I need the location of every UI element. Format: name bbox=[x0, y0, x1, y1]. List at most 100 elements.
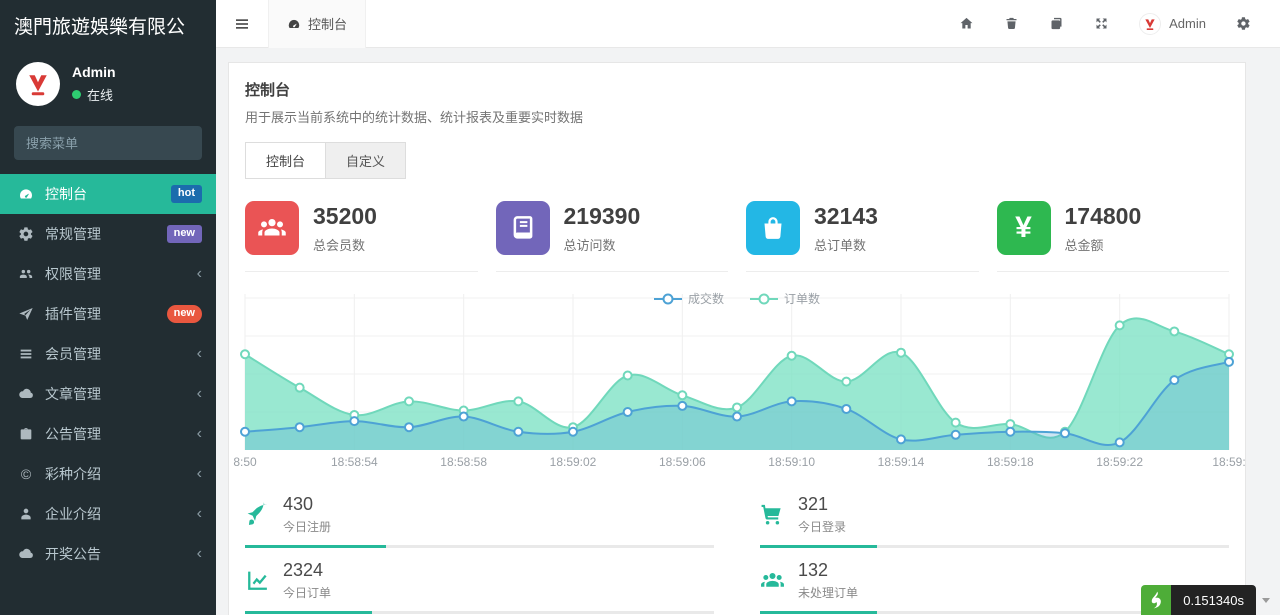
svg-text:18:59:: 18:59: bbox=[1212, 455, 1245, 469]
copy-button[interactable] bbox=[1034, 16, 1079, 31]
stat-cards: 35200总会员数219390总访问数32143总订单数¥174800总金额 bbox=[245, 201, 1229, 272]
tab-dashboard-label: 控制台 bbox=[308, 14, 347, 33]
chevron-left-icon: ‹ bbox=[197, 427, 202, 441]
legend-label: 成交数 bbox=[688, 290, 724, 307]
quick-stat-icon-box bbox=[245, 568, 270, 593]
sidebar-item[interactable]: 公告管理‹ bbox=[0, 414, 216, 454]
cogs-icon bbox=[18, 226, 34, 242]
page-time-badge[interactable]: 0.151340s bbox=[1171, 585, 1256, 615]
expand-icon bbox=[1094, 16, 1109, 31]
sidebar-item[interactable]: 常规管理new bbox=[0, 214, 216, 254]
sidebar-item-label: 开奖公告 bbox=[45, 544, 197, 564]
svg-text:18:58:58: 18:58:58 bbox=[440, 455, 487, 469]
chevron-left-icon: ‹ bbox=[197, 387, 202, 401]
stat-card-label: 总金额 bbox=[1065, 235, 1142, 254]
thinkphp-logo-icon[interactable] bbox=[1141, 585, 1171, 615]
online-dot bbox=[72, 90, 81, 99]
chevron-down-icon[interactable] bbox=[1262, 598, 1270, 603]
table-icon bbox=[18, 346, 34, 362]
quick-stat-progressbar bbox=[245, 545, 714, 548]
navbar-user-menu[interactable]: Admin bbox=[1124, 13, 1221, 35]
svg-text:8:50: 8:50 bbox=[233, 455, 257, 469]
menu-badge: new bbox=[167, 225, 202, 242]
navbar-actions: Admin bbox=[944, 13, 1280, 35]
panel-tab[interactable]: 自定义 bbox=[325, 142, 406, 179]
stat-card-label: 总会员数 bbox=[313, 235, 377, 254]
chart-legend: 成交数 订单数 bbox=[245, 290, 1229, 307]
trash-button[interactable] bbox=[989, 16, 1034, 31]
chevron-left-icon: ‹ bbox=[197, 467, 202, 481]
sidebar-item[interactable]: 开奖公告‹ bbox=[0, 534, 216, 574]
cloud-icon bbox=[18, 386, 34, 402]
sidebar-item[interactable]: 控制台hot bbox=[0, 174, 216, 214]
sidebar-item-label: 会员管理 bbox=[45, 344, 197, 364]
page-subtitle: 用于展示当前系统中的统计数据、统计报表及重要实时数据 bbox=[245, 107, 1229, 126]
person-icon bbox=[18, 506, 34, 522]
quick-stat-icon-box bbox=[760, 502, 785, 527]
chevron-left-icon: ‹ bbox=[197, 347, 202, 361]
sidebar: 澳門旅遊娛樂有限公 Admin 在线 控制台hot常规管理new权限管理‹插件管… bbox=[0, 0, 216, 615]
sidebar-item[interactable]: 插件管理new bbox=[0, 294, 216, 334]
menu-badge: new bbox=[167, 305, 202, 322]
sidebar-item[interactable]: 权限管理‹ bbox=[0, 254, 216, 294]
stat-card-icon-box: ¥ bbox=[997, 201, 1051, 255]
quick-stat-icon-box bbox=[245, 502, 270, 527]
settings-button[interactable] bbox=[1221, 16, 1266, 31]
chevron-left-icon: ‹ bbox=[197, 267, 202, 281]
briefcase-icon bbox=[18, 426, 34, 442]
sidebar-item-label: 权限管理 bbox=[45, 264, 197, 284]
chevron-left-icon: ‹ bbox=[197, 547, 202, 561]
quick-stat-value: 321 bbox=[798, 494, 846, 515]
traffic-chart: 成交数 订单数 8:5018:58:5418:58:5818:59:0218:59… bbox=[245, 288, 1229, 480]
stat-card-value: 219390 bbox=[564, 203, 641, 230]
search-input[interactable] bbox=[26, 136, 202, 151]
panel-tab[interactable]: 控制台 bbox=[245, 142, 326, 179]
quick-stat-value: 2324 bbox=[283, 560, 331, 581]
tab-dashboard[interactable]: 控制台 bbox=[268, 0, 366, 48]
copy-icon bbox=[1049, 16, 1064, 31]
sidebar-item[interactable]: 会员管理‹ bbox=[0, 334, 216, 374]
legend-item[interactable]: 订单数 bbox=[750, 290, 820, 307]
dashboard-panel: 控制台 用于展示当前系统中的统计数据、统计报表及重要实时数据 控制台自定义 35… bbox=[228, 62, 1246, 615]
dashboard-icon bbox=[18, 186, 34, 202]
sidebar-item[interactable]: 文章管理‹ bbox=[0, 374, 216, 414]
shopping-bag-icon bbox=[758, 213, 788, 243]
sidebar-item[interactable]: ©彩种介绍‹ bbox=[0, 454, 216, 494]
stat-card-label: 总订单数 bbox=[814, 235, 878, 254]
main-area: 控制台 Admin 控制台 用于展示当前系统中的统计数据、统计报表及重要实时数据… bbox=[216, 0, 1280, 615]
chart-line-icon bbox=[245, 568, 270, 593]
debug-toolbar[interactable]: 0.151340s bbox=[1141, 585, 1270, 615]
users-icon bbox=[18, 266, 34, 282]
avatar[interactable] bbox=[16, 62, 60, 106]
dashboard-icon bbox=[287, 17, 301, 31]
chart-canvas[interactable]: 8:5018:58:5418:58:5818:59:0218:59:0618:5… bbox=[245, 288, 1229, 480]
page-title: 控制台 bbox=[245, 79, 1229, 100]
sidebar-toggle-button[interactable] bbox=[216, 16, 268, 32]
sidebar-item-label: 彩种介绍 bbox=[45, 464, 197, 484]
stat-card-icon-box bbox=[496, 201, 550, 255]
stat-card: ¥174800总金额 bbox=[997, 201, 1230, 272]
expand-button[interactable] bbox=[1079, 16, 1124, 31]
legend-item[interactable]: 成交数 bbox=[654, 290, 724, 307]
stat-card: 35200总会员数 bbox=[245, 201, 478, 272]
brand-title: 澳門旅遊娛樂有限公 bbox=[0, 0, 216, 50]
navbar-user-name: Admin bbox=[1169, 16, 1206, 31]
stat-card: 219390总访问数 bbox=[496, 201, 729, 272]
sidebar-menu: 控制台hot常规管理new权限管理‹插件管理new会员管理‹文章管理‹公告管理‹… bbox=[0, 174, 216, 615]
content-area: 控制台 用于展示当前系统中的统计数据、统计报表及重要实时数据 控制台自定义 35… bbox=[216, 48, 1280, 615]
home-button[interactable] bbox=[944, 16, 989, 31]
sidebar-item[interactable]: 企业介绍‹ bbox=[0, 494, 216, 534]
menu-badge: hot bbox=[171, 185, 202, 202]
top-navbar: 控制台 Admin bbox=[216, 0, 1280, 48]
svg-text:18:59:14: 18:59:14 bbox=[878, 455, 925, 469]
quick-stat: 321今日登录 bbox=[760, 494, 1229, 548]
quick-stat-progressbar bbox=[760, 545, 1229, 548]
user-status: 在线 bbox=[87, 85, 113, 104]
legend-marker-icon bbox=[750, 293, 778, 305]
brand-logo-icon bbox=[1142, 16, 1158, 32]
brand-logo-icon bbox=[23, 69, 53, 99]
legend-marker-icon bbox=[654, 293, 682, 305]
paper-plane-icon bbox=[18, 306, 34, 322]
avatar bbox=[1139, 13, 1161, 35]
cloud-icon bbox=[18, 546, 34, 562]
